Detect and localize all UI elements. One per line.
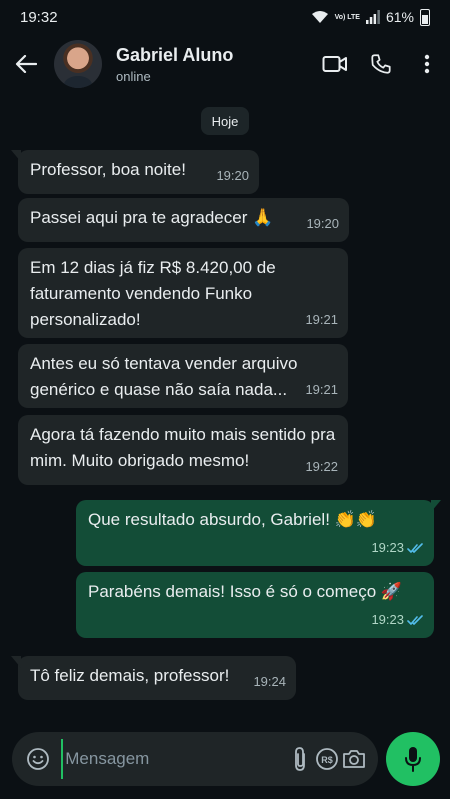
- message-outgoing[interactable]: Parabéns demais! Isso é só o começo 🚀 19…: [76, 572, 434, 638]
- status-bar: 19:32 Vo) LTE 61%: [0, 0, 450, 34]
- currency-real-icon: R$: [316, 748, 339, 770]
- message-incoming[interactable]: Agora tá fazendo muito mais sentido pra …: [18, 415, 348, 485]
- message-time: 19:20: [306, 216, 339, 231]
- message-input[interactable]: [61, 739, 287, 779]
- bubble-tail: [11, 656, 21, 668]
- message-time: 19:21: [305, 312, 338, 327]
- svg-text:R$: R$: [321, 755, 333, 765]
- bubble-tail: [431, 500, 441, 512]
- battery-level: 61%: [385, 9, 414, 25]
- message-time: 19:20: [216, 168, 249, 183]
- date-chip: Hoje: [201, 107, 249, 135]
- wifi-icon: [311, 11, 328, 23]
- arrow-left-icon: [15, 55, 37, 73]
- voice-call-button[interactable]: [358, 41, 404, 87]
- more-options-button[interactable]: [404, 41, 450, 87]
- phone-icon: [371, 54, 391, 74]
- message-time: 19:23: [371, 535, 424, 561]
- emoji-button[interactable]: [24, 739, 51, 779]
- message-text: Parabéns demais! Isso é só o começo 🚀: [88, 582, 403, 601]
- message-text: Passei aqui pra te agradecer 🙏: [30, 208, 274, 227]
- attach-button[interactable]: [286, 739, 313, 779]
- camera-button[interactable]: [341, 739, 368, 779]
- back-button[interactable]: [2, 40, 50, 88]
- video-camera-icon: [322, 56, 347, 72]
- payment-button[interactable]: R$: [314, 739, 341, 779]
- message-text: Antes eu só tentava vender arquivo genér…: [30, 354, 298, 399]
- message-text: Tô feliz demais, professor!: [30, 666, 230, 685]
- message-time: 19:22: [305, 459, 338, 474]
- voice-message-button[interactable]: [386, 732, 440, 786]
- message-incoming[interactable]: Antes eu só tentava vender arquivo genér…: [18, 344, 348, 408]
- video-call-button[interactable]: [312, 41, 358, 87]
- message-incoming[interactable]: Passei aqui pra te agradecer 🙏 19:20: [18, 198, 349, 242]
- battery-icon: [420, 8, 430, 26]
- double-check-read-icon: [407, 542, 423, 553]
- message-time: 19:23: [371, 607, 424, 633]
- paperclip-icon: [294, 747, 305, 771]
- message-time: 19:24: [253, 674, 286, 689]
- message-time: 19:21: [305, 382, 338, 397]
- more-vertical-icon: [424, 54, 430, 74]
- message-outgoing[interactable]: Que resultado absurdo, Gabriel! 👏👏 19:23: [76, 500, 441, 566]
- bubble-tail: [11, 150, 21, 162]
- status-icons: Vo) LTE 61%: [311, 8, 430, 26]
- avatar[interactable]: [54, 40, 102, 88]
- camera-icon: [343, 750, 366, 768]
- contact-name: Gabriel Aluno: [116, 44, 234, 65]
- network-type: Vo) LTE: [334, 13, 360, 21]
- contact-status: online: [116, 68, 151, 84]
- message-text: Professor, boa noite!: [30, 160, 186, 179]
- status-time: 19:32: [20, 8, 58, 26]
- contact-info[interactable]: Gabriel Aluno online: [116, 45, 312, 84]
- message-incoming[interactable]: Em 12 dias já fiz R$ 8.420,00 de faturam…: [18, 248, 348, 338]
- emoji-icon: [26, 748, 49, 770]
- message-incoming[interactable]: Professor, boa noite! 19:20: [11, 150, 259, 194]
- message-text: Agora tá fazendo muito mais sentido pra …: [30, 425, 336, 470]
- double-check-read-icon: [407, 614, 423, 625]
- chat-header: Gabriel Aluno online: [0, 34, 450, 94]
- message-text: Que resultado absurdo, Gabriel! 👏👏: [88, 510, 377, 529]
- message-composer: R$: [12, 732, 378, 786]
- signal-icon: [365, 10, 380, 24]
- microphone-icon: [405, 747, 421, 772]
- message-text: Em 12 dias já fiz R$ 8.420,00 de faturam…: [30, 258, 276, 329]
- message-incoming[interactable]: Tô feliz demais, professor! 19:24: [11, 656, 296, 700]
